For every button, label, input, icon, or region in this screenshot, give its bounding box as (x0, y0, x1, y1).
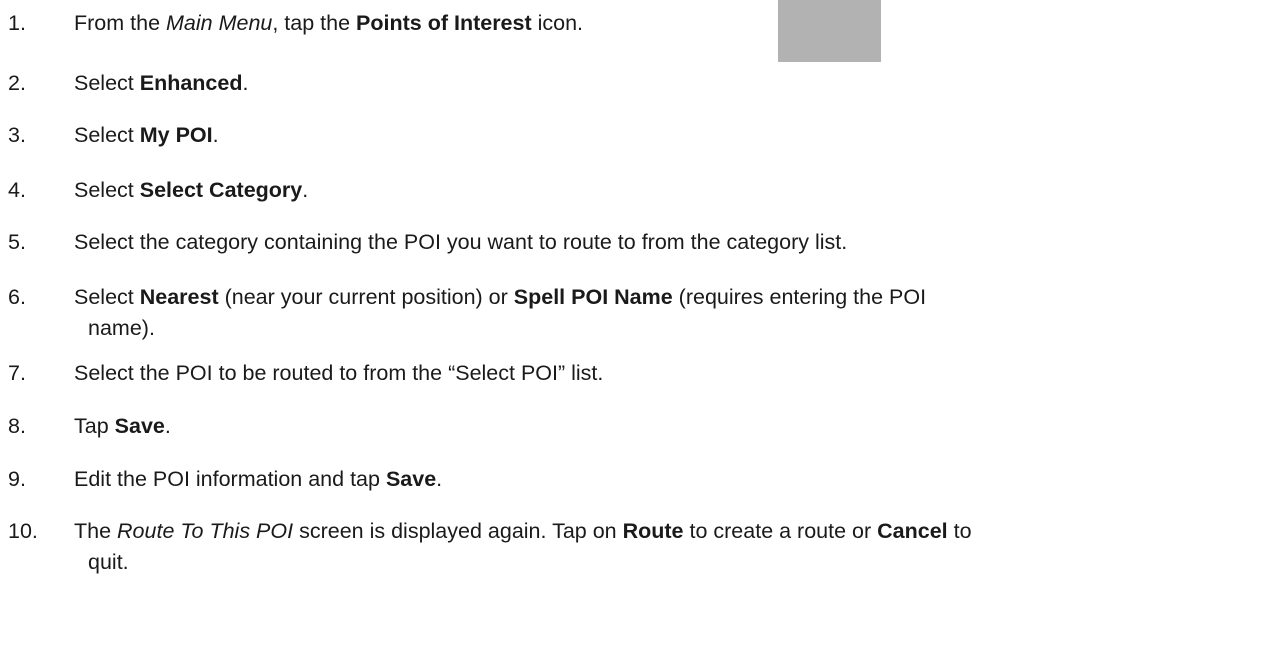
step-text-run: Select (74, 178, 140, 202)
step-screen-name: Route To This POI (117, 519, 294, 543)
step-text: Edit the POI information and tap Save. (74, 464, 1180, 495)
step-text: Select the POI to be routed to from the … (74, 358, 1180, 389)
step-text: From the Main Menu, tap the Points of In… (74, 8, 1180, 39)
step-number: 10. (8, 519, 38, 543)
step-keyword: Save (114, 414, 165, 438)
step-text-run: , tap the (272, 11, 357, 35)
step-text-continuation: quit. (88, 550, 129, 574)
step-text-run: The (74, 519, 118, 543)
step-screen-name: Main Menu (166, 11, 273, 35)
step-keyword: My POI (139, 123, 213, 147)
step-keyword: Route (622, 519, 684, 543)
step-text-run: icon. (531, 11, 584, 35)
step-keyword: Spell POI Name (513, 285, 673, 309)
step-text: Select Enhanced. (74, 68, 1180, 99)
step-text: Tap Save. (74, 411, 1180, 442)
step-text-run: . (212, 123, 219, 147)
step-keyword: Cancel (877, 519, 948, 543)
step-text: Select My POI. (74, 120, 1180, 151)
step-number: 3. (8, 123, 26, 147)
step-text-run: . (164, 414, 171, 438)
step-text-run: Select the category containing the POI y… (74, 230, 848, 254)
step-text-run: From the (74, 11, 166, 35)
step-number: 4. (8, 178, 26, 202)
step-number: 6. (8, 285, 26, 309)
step-number: 9. (8, 467, 26, 491)
step-text-run: . (242, 71, 249, 95)
step-keyword: Select Category (139, 178, 303, 202)
step-keyword: Points of Interest (356, 11, 532, 35)
step-text-run: screen is displayed again. Tap on (293, 519, 623, 543)
step-text-run: . (302, 178, 309, 202)
step-text-continuation: name). (88, 316, 155, 340)
step-text-run: Select (74, 285, 140, 309)
step-text-run: Select (74, 71, 140, 95)
step-text: Select the category containing the POI y… (74, 227, 1180, 258)
step-keyword: Enhanced (139, 71, 243, 95)
step-keyword: Save (385, 467, 437, 491)
step-number: 8. (8, 414, 26, 438)
step-number: 2. (8, 71, 26, 95)
step-text-run: to create a route or (683, 519, 878, 543)
step-text-run: . (436, 467, 443, 491)
step-text-run: Select the POI to be routed to from the … (74, 361, 604, 385)
step-text-run: (requires entering the POI (672, 285, 927, 309)
step-text: The Route To This POI screen is displaye… (74, 516, 1180, 578)
step-number: 1. (8, 11, 26, 35)
step-text-run: Select (74, 123, 140, 147)
step-text-run: Tap (74, 414, 115, 438)
step-number: 7. (8, 361, 26, 385)
points-of-interest-icon (778, 0, 881, 62)
step-text-run: to (947, 519, 972, 543)
step-keyword: Nearest (139, 285, 219, 309)
step-text: Select Nearest (near your current positi… (74, 282, 1180, 344)
step-text: Select Select Category. (74, 175, 1180, 206)
step-number: 5. (8, 230, 26, 254)
step-text-run: (near your current position) or (218, 285, 514, 309)
step-text-run: Edit the POI information and tap (74, 467, 386, 491)
